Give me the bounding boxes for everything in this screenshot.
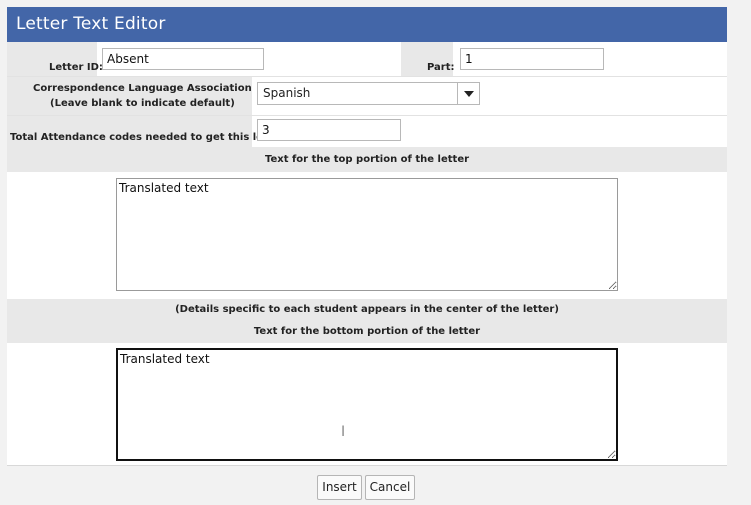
dialog-title: Letter Text Editor: [7, 7, 727, 42]
cancel-button[interactable]: Cancel: [365, 475, 415, 500]
language-label-line1: Correspondence Language Association: [33, 83, 252, 94]
language-select-value: Spanish: [263, 86, 311, 100]
bottom-text-input[interactable]: Translated text: [116, 348, 618, 461]
codes-input[interactable]: [257, 119, 401, 141]
language-label-line2: (Leave blank to indicate default): [50, 98, 235, 109]
middle-section: (Details specific to each student appear…: [7, 299, 727, 343]
letter-id-label: Letter ID:: [49, 62, 103, 73]
top-text-input[interactable]: Translated text: [116, 178, 618, 291]
letter-id-input[interactable]: [102, 48, 264, 70]
codes-row: Total Attendance codes needed to get thi…: [7, 115, 727, 147]
part-input[interactable]: [460, 48, 604, 70]
bottom-section-heading: Text for the bottom portion of the lette…: [253, 326, 481, 337]
insert-button[interactable]: Insert: [317, 475, 362, 500]
middle-note: (Details specific to each student appear…: [175, 304, 559, 315]
language-row: Correspondence Language Association (Lea…: [7, 76, 727, 115]
bottom-text-area: Translated text: [7, 343, 727, 467]
text-cursor-icon: I: [341, 424, 346, 440]
language-select[interactable]: Spanish: [257, 82, 480, 105]
footer-divider: [7, 465, 727, 466]
top-section-heading: Text for the top portion of the letter: [7, 147, 727, 172]
top-text-area: Translated text: [7, 172, 727, 299]
chevron-down-icon[interactable]: [457, 83, 479, 104]
letter-text-editor-dialog: Letter Text Editor Letter ID: Part: Corr…: [7, 7, 727, 465]
part-label: Part:: [427, 62, 455, 73]
letter-id-row: Letter ID: Part:: [7, 42, 727, 76]
codes-label: Total Attendance codes needed to get thi…: [10, 132, 289, 143]
